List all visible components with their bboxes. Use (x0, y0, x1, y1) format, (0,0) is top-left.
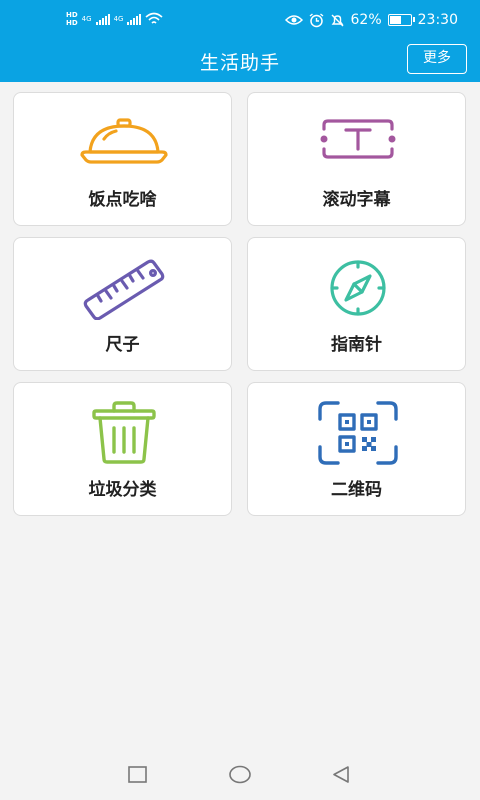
ruler-icon (83, 259, 165, 320)
tool-label: 尺子 (105, 335, 140, 355)
tool-card-scrolling-text[interactable]: 滚动字幕 (247, 92, 466, 226)
mute-icon (331, 14, 344, 26)
status-bar: HD HD 4G 4G 62% 23:30 (0, 0, 480, 40)
qr-code-icon (318, 401, 398, 465)
signal-icon (127, 13, 142, 25)
tool-card-garbage-sorting[interactable]: 垃圾分类 (13, 382, 232, 516)
tool-card-food[interactable]: 饭点吃啥 (13, 92, 232, 226)
tool-label: 滚动字幕 (322, 190, 391, 210)
food-cloche-icon (80, 118, 168, 164)
wifi-icon (145, 12, 163, 24)
hd-label: HD (66, 11, 78, 19)
back-icon[interactable] (330, 764, 352, 786)
hd-indicators: HD HD (66, 11, 78, 27)
network-status: HD HD 4G 4G (66, 11, 163, 27)
home-icon[interactable] (228, 764, 252, 786)
clock: 23:30 (417, 12, 458, 28)
tool-label: 垃圾分类 (88, 480, 157, 500)
tool-card-qr-code[interactable]: 二维码 (247, 382, 466, 516)
hd-label: HD (66, 19, 78, 27)
tool-card-compass[interactable]: 指南针 (247, 237, 466, 371)
trash-can-icon (92, 401, 156, 464)
system-status: 62% 23:30 (284, 12, 458, 28)
battery-icon (387, 14, 415, 26)
scrolling-text-icon (320, 119, 396, 159)
tool-card-ruler[interactable]: 尺子 (13, 237, 232, 371)
tool-label: 饭点吃啥 (88, 190, 157, 210)
compass-icon (330, 260, 386, 316)
signal-icon (95, 13, 110, 25)
more-button[interactable]: 更多 (407, 44, 467, 74)
network-type-label: 4G (113, 15, 124, 23)
tool-label: 指南针 (331, 335, 382, 355)
app-bar: HD HD 4G 4G 62% 23:30 生活助手 更多 (0, 0, 480, 82)
tool-label: 二维码 (331, 480, 382, 500)
battery-percent: 62% (350, 12, 382, 28)
alarm-icon (309, 12, 323, 27)
system-nav-bar (0, 752, 480, 800)
eye-icon (284, 15, 303, 25)
recent-apps-icon[interactable] (127, 764, 149, 786)
network-type-label: 4G (81, 15, 92, 23)
